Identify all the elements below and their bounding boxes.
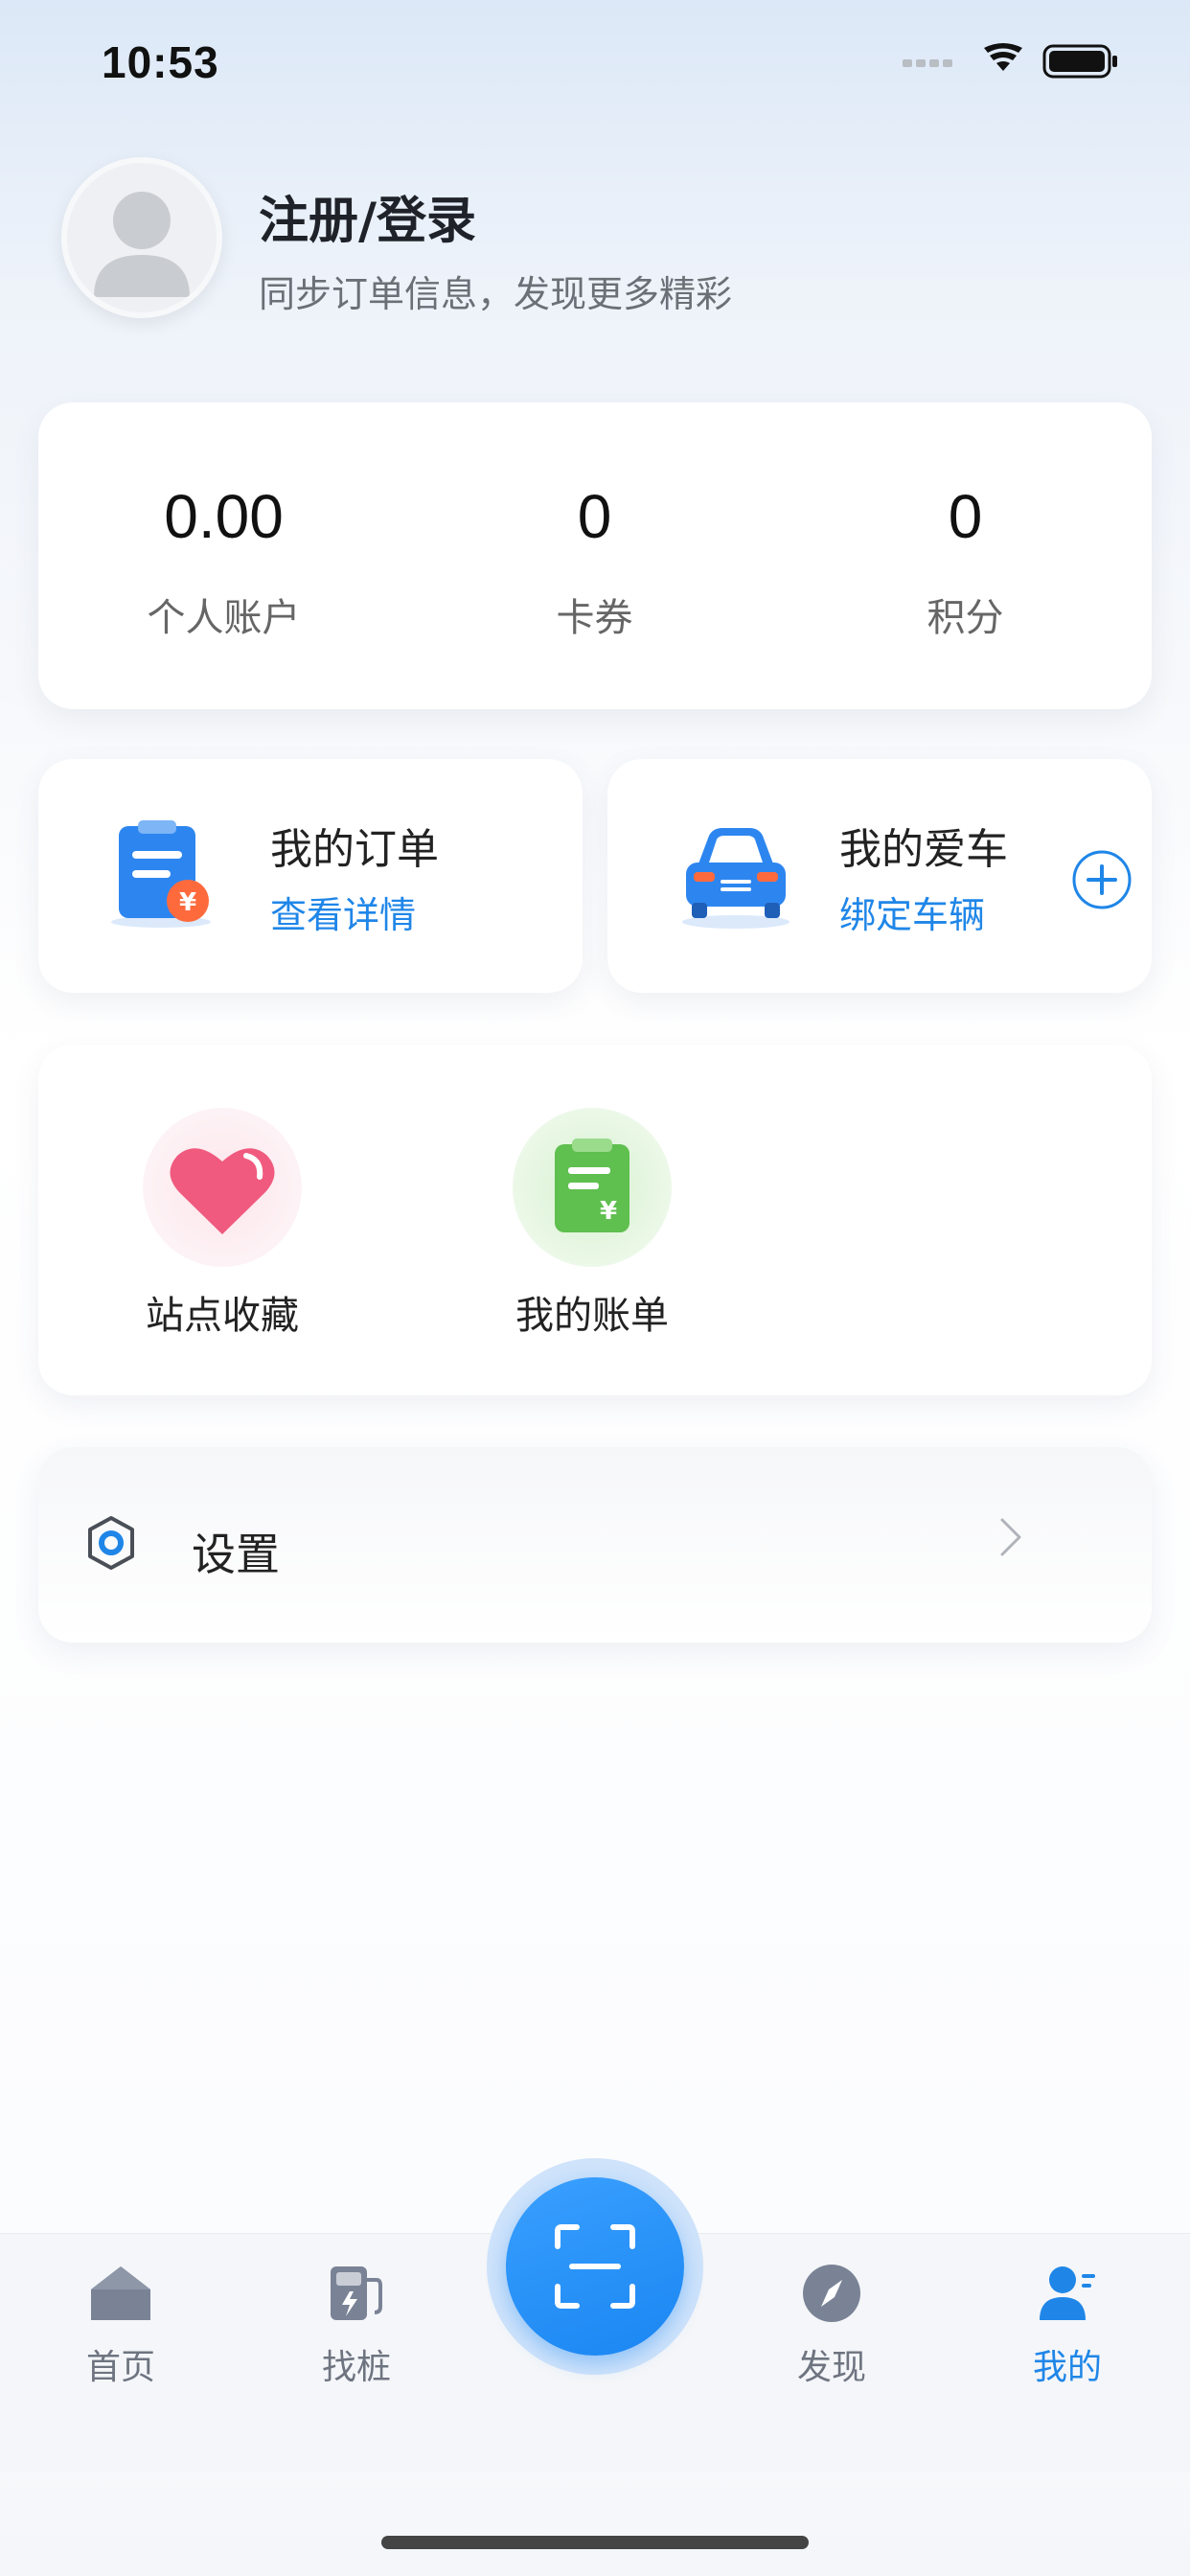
my-car-card[interactable]: 我的爱车 绑定车辆 xyxy=(607,759,1152,993)
account-stats-card: 0.00 个人账户 0 卡券 0 积分 xyxy=(38,402,1152,709)
tab-find-charger[interactable]: 找桩 xyxy=(280,2263,433,2389)
service-label: 我的账单 xyxy=(515,1294,669,1338)
tab-discover[interactable]: 发现 xyxy=(755,2263,908,2389)
service-label: 站点收藏 xyxy=(146,1294,299,1338)
tab-mine[interactable]: 我的 xyxy=(991,2263,1144,2389)
signal-icon xyxy=(903,59,952,67)
stat-value: 0 xyxy=(948,482,983,551)
status-time: 10:53 xyxy=(102,37,219,87)
compass-icon xyxy=(803,2265,860,2322)
scan-icon xyxy=(555,2224,635,2309)
home-icon xyxy=(91,2266,150,2320)
status-icons xyxy=(903,42,1190,80)
bind-vehicle-link[interactable]: 绑定车辆 xyxy=(839,886,985,938)
service-favorites[interactable]: 站点收藏 xyxy=(126,1108,318,1340)
orders-title: 我的订单 xyxy=(270,825,439,874)
tab-label: 找桩 xyxy=(321,2348,391,2387)
chevron-right-icon xyxy=(996,1516,1025,1562)
settings-row[interactable]: 设置 xyxy=(38,1447,1152,1643)
wifi-icon xyxy=(984,43,1022,71)
my-orders-card[interactable]: ¥ 我的订单 查看详情 xyxy=(38,759,583,993)
add-car-icon[interactable] xyxy=(1071,849,1133,914)
svg-text:¥: ¥ xyxy=(600,1197,617,1226)
tab-label: 首页 xyxy=(85,2348,155,2387)
stat-value: 0 xyxy=(577,482,612,551)
orders-details-link[interactable]: 查看详情 xyxy=(270,886,416,938)
stat-points[interactable]: 0 积分 xyxy=(780,402,1151,709)
car-icon xyxy=(676,818,795,937)
svg-text:¥: ¥ xyxy=(179,888,196,917)
services-card: 站点收藏 ¥ 我的账单 xyxy=(38,1045,1152,1395)
stat-label: 个人账户 xyxy=(147,596,301,640)
tab-label: 发现 xyxy=(796,2348,866,2387)
stat-label: 卡券 xyxy=(556,596,633,640)
settings-label: 设置 xyxy=(192,1529,280,1580)
car-title: 我的爱车 xyxy=(839,825,1008,874)
battery-icon xyxy=(1042,44,1117,79)
login-title[interactable]: 注册/登录 xyxy=(259,180,476,252)
avatar[interactable] xyxy=(61,157,222,318)
order-icon: ¥ xyxy=(105,818,220,937)
settings-icon xyxy=(84,1514,138,1576)
tab-home[interactable]: 首页 xyxy=(44,2263,197,2389)
stat-label: 积分 xyxy=(927,596,1004,640)
stat-coupons[interactable]: 0 卡券 xyxy=(409,402,780,709)
service-bills[interactable]: ¥ 我的账单 xyxy=(496,1108,688,1340)
bill-icon: ¥ xyxy=(513,1108,672,1267)
stat-value: 0.00 xyxy=(164,482,284,551)
stat-balance[interactable]: 0.00 个人账户 xyxy=(38,402,409,709)
charging-pile-icon xyxy=(331,2266,382,2320)
scan-button[interactable] xyxy=(506,2177,684,2356)
home-indicator xyxy=(381,2536,809,2549)
heart-icon xyxy=(143,1108,302,1267)
tab-label: 我的 xyxy=(1032,2348,1102,2387)
user-icon xyxy=(1040,2266,1095,2320)
login-subtitle: 同步订单信息，发现更多精彩 xyxy=(259,273,733,315)
